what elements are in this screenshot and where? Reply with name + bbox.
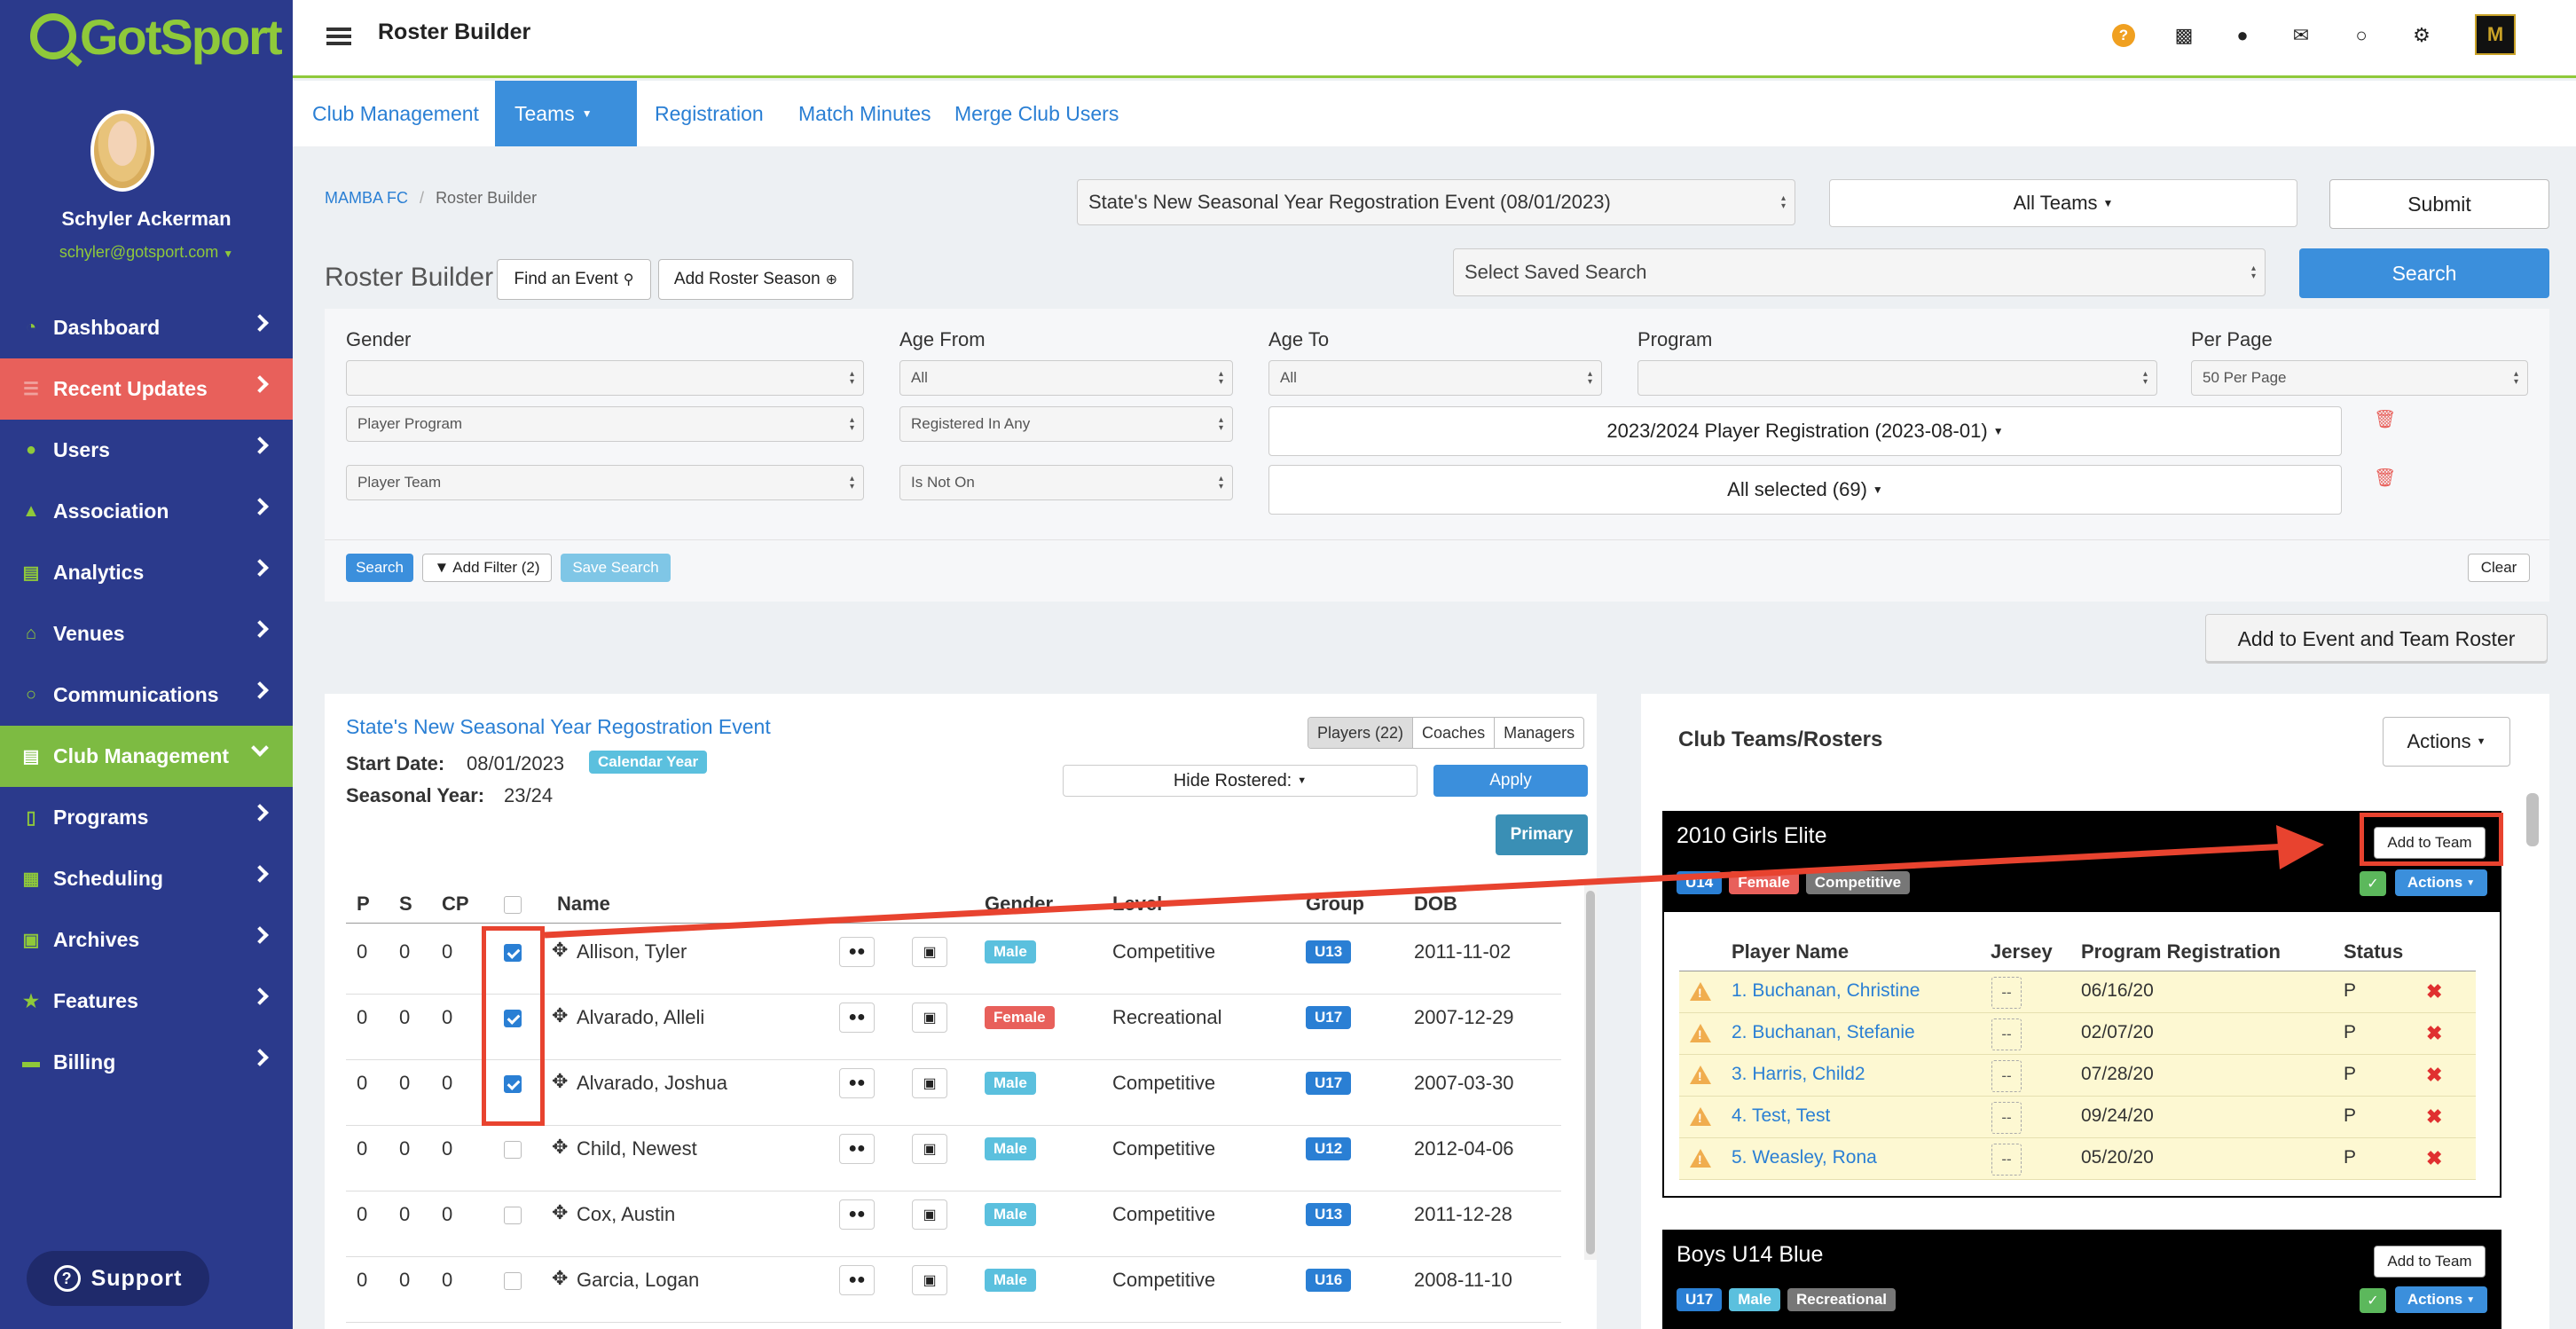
annotation-arrow-shaft — [544, 843, 2289, 939]
app-root: GotSport Schyler Ackerman schyler@gotspo… — [0, 0, 2576, 1329]
annotation-arrow — [544, 825, 2324, 939]
annotation-arrow-head — [2276, 825, 2324, 869]
